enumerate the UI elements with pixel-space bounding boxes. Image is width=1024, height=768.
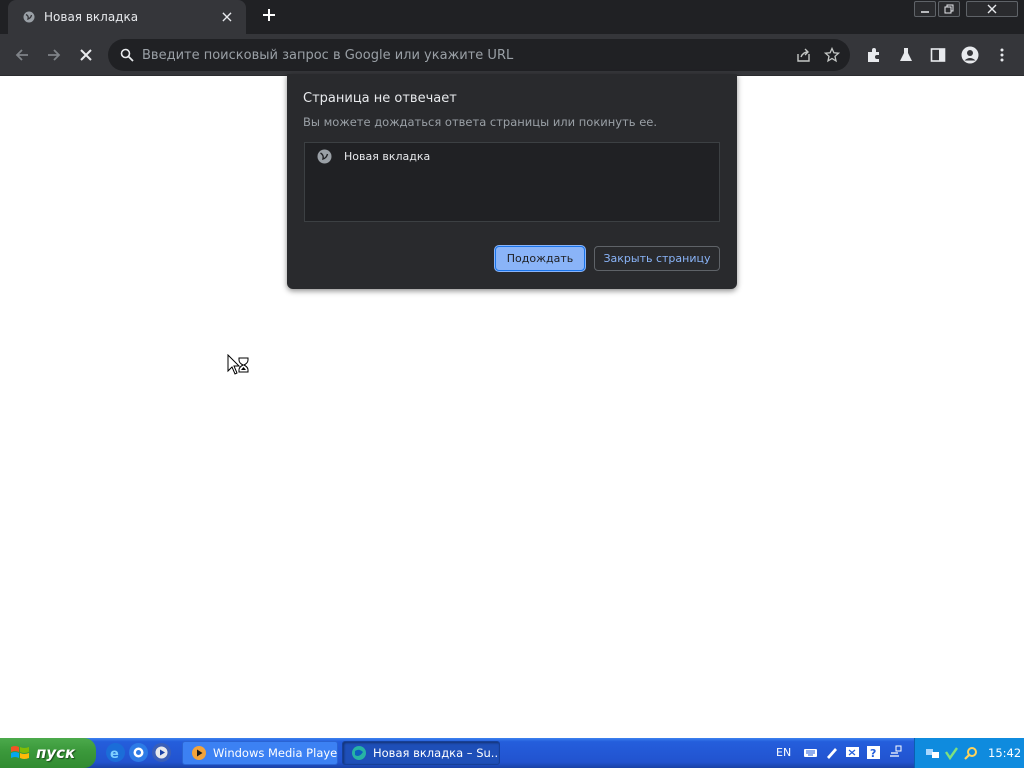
tab-close-icon[interactable]: ×	[218, 8, 236, 26]
window-controls	[914, 1, 1018, 17]
search-icon	[118, 46, 136, 64]
browser-tab[interactable]: Новая вкладка ×	[8, 0, 246, 34]
restore-icon	[944, 4, 954, 14]
windows-flag-icon	[11, 746, 29, 759]
clock: 15:42	[988, 746, 1022, 760]
stop-icon	[80, 49, 92, 61]
language-indicator[interactable]: EN	[776, 746, 791, 759]
close-page-button[interactable]: Закрыть страницу	[594, 246, 720, 271]
menu-button[interactable]	[989, 42, 1015, 68]
address-bar[interactable]: Введите поисковый запрос в Google или ук…	[108, 39, 850, 71]
system-tray-icons: EN ?	[776, 745, 902, 760]
tray-options-icon[interactable]	[887, 745, 902, 760]
task-label: Windows Media Playe...	[213, 746, 338, 760]
list-item[interactable]: Новая вкладка	[317, 149, 430, 164]
svg-text:?: ?	[870, 747, 876, 760]
taskbar-item-browser[interactable]: Новая вкладка – Su...	[342, 741, 500, 765]
keyboard-icon[interactable]	[803, 745, 818, 760]
dialog-title: Страница не отвечает	[303, 91, 457, 106]
start-button[interactable]: пуск	[0, 738, 96, 768]
share-icon[interactable]	[796, 47, 812, 63]
minimize-button[interactable]	[914, 1, 936, 17]
extensions-button[interactable]	[861, 42, 887, 68]
pen-icon[interactable]	[824, 745, 839, 760]
tab-title: Новая вкладка	[44, 10, 139, 24]
internet-explorer-icon[interactable]: e	[106, 743, 125, 762]
stop-loading-button[interactable]	[73, 42, 99, 68]
side-panel-button[interactable]	[925, 42, 951, 68]
labs-button[interactable]	[893, 42, 919, 68]
title-bar: Новая вкладка ×	[0, 0, 1024, 34]
svg-text:e: e	[110, 747, 119, 760]
back-icon	[15, 49, 28, 61]
search-icon[interactable]	[963, 746, 978, 761]
new-tab-button[interactable]	[258, 6, 280, 28]
browser-toolbar: Введите поисковый запрос в Google или ук…	[0, 34, 1024, 76]
notification-area: 15:42	[914, 738, 1024, 768]
taskbar: пуск e Windows Media Playe... Новая вкла…	[0, 738, 1024, 768]
plus-icon	[263, 9, 275, 21]
profile-icon	[961, 46, 979, 64]
forward-button[interactable]	[41, 42, 67, 68]
minimize-icon	[921, 11, 929, 13]
dialog-subtitle: Вы можете дождаться ответа страницы или …	[303, 115, 658, 129]
media-player-icon	[192, 746, 206, 760]
busy-cursor-icon	[227, 353, 251, 378]
task-label: Новая вкладка – Su...	[373, 746, 500, 760]
language-bar-icon[interactable]	[845, 745, 860, 760]
labs-icon	[900, 48, 912, 61]
profile-button[interactable]	[957, 42, 983, 68]
security-shield-icon[interactable]	[944, 746, 959, 761]
unresponsive-pages-list: Новая вкладка	[304, 142, 720, 222]
menu-icon	[1000, 48, 1004, 62]
browser-icon	[352, 746, 366, 760]
media-player-icon[interactable]	[152, 743, 171, 762]
restore-button[interactable]	[938, 1, 960, 17]
wait-button[interactable]: Подождать	[495, 246, 585, 271]
address-bar-placeholder: Введите поисковый запрос в Google или ук…	[142, 47, 514, 63]
page-unresponsive-dialog: Страница не отвечает Вы можете дождаться…	[287, 74, 737, 289]
close-window-button[interactable]	[966, 1, 1018, 17]
outlook-express-icon[interactable]	[129, 743, 148, 762]
globe-icon	[22, 10, 36, 24]
side-panel-icon	[930, 48, 946, 62]
quick-launch: e	[106, 743, 171, 762]
taskbar-item-media-player[interactable]: Windows Media Playe...	[182, 741, 338, 765]
extensions-icon	[868, 48, 879, 62]
star-icon[interactable]	[824, 47, 840, 63]
list-item-label: Новая вкладка	[344, 150, 431, 163]
close-icon	[987, 4, 997, 14]
network-icon[interactable]	[925, 746, 940, 761]
globe-icon	[317, 149, 332, 164]
forward-icon	[48, 49, 61, 61]
start-label: пуск	[36, 744, 76, 762]
help-icon[interactable]: ?	[866, 745, 881, 760]
back-button[interactable]	[9, 42, 35, 68]
